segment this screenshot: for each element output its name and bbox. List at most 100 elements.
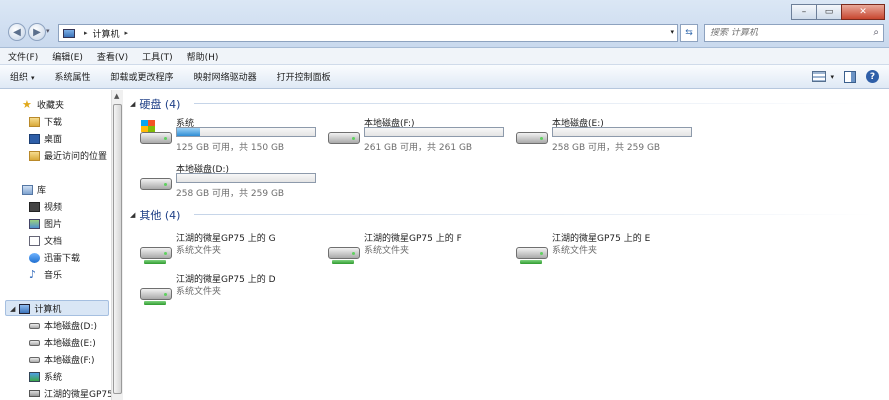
sidebar-item-thunder-downloads[interactable]: 迅雷下载: [29, 251, 80, 264]
open-control-panel-button[interactable]: 打开控制面板: [277, 70, 331, 83]
network-drive-icon: [29, 390, 40, 397]
recent-icon: [29, 150, 40, 161]
sidebar-item-network-drive[interactable]: 江湖的微星GP75: [29, 387, 113, 400]
chevron-right-icon[interactable]: ▸: [84, 29, 88, 37]
picture-icon: [29, 218, 40, 229]
sidebar-item-system-drive[interactable]: 系统: [29, 370, 62, 383]
content-pane: ◢ 硬盘 (4) 系统 125 GB 可用，共 150 GB 本地磁盘(F:) …: [124, 90, 889, 400]
drive-tile-d[interactable]: 本地磁盘(D:) 258 GB 可用，共 259 GB: [136, 162, 316, 200]
command-bar: 组织 ▾ 系统属性 卸载或更改程序 映射网络驱动器 打开控制面板 ▾ ?: [0, 64, 889, 89]
sidebar-item-libraries[interactable]: 库: [22, 183, 46, 196]
computer-icon: [19, 303, 31, 314]
address-dropdown-icon[interactable]: ▾: [670, 28, 674, 36]
address-bar[interactable]: ▸ 计算机 ▸ ▾: [58, 24, 678, 42]
usage-bar: [176, 127, 316, 137]
network-location-tile-f[interactable]: 江湖的微星GP75 上的 F 系统文件夹: [324, 231, 504, 269]
uninstall-program-button[interactable]: 卸载或更改程序: [111, 70, 174, 83]
document-icon: [29, 235, 40, 246]
search-box[interactable]: ⌕: [704, 24, 884, 42]
back-arrow-icon[interactable]: ◀: [8, 23, 26, 41]
window-controls: – ▭ ✕: [791, 4, 885, 20]
search-icon[interactable]: ⌕: [873, 27, 879, 38]
sidebar-scrollbar[interactable]: ▲: [111, 90, 123, 400]
network-drive-icon: [138, 278, 172, 305]
group-header-drives[interactable]: ◢ 硬盘 (4): [130, 96, 180, 112]
expand-icon[interactable]: ◢: [10, 305, 15, 313]
library-icon: [22, 184, 33, 195]
sidebar-item-music[interactable]: ♪ 音乐: [29, 267, 62, 282]
scrollbar-thumb[interactable]: [113, 104, 122, 394]
minimize-icon[interactable]: –: [791, 4, 817, 20]
chevron-down-icon[interactable]: ▾: [830, 73, 834, 81]
sidebar-item-drive-d[interactable]: 本地磁盘(D:): [29, 319, 97, 332]
drive-tile-system[interactable]: 系统 125 GB 可用，共 150 GB: [136, 116, 316, 154]
drive-icon: [138, 168, 172, 190]
system-properties-button[interactable]: 系统属性: [55, 70, 91, 83]
view-controls: ▾ ?: [812, 70, 879, 83]
drive-icon: [514, 122, 548, 144]
system-drive-icon: [138, 120, 172, 144]
desktop-icon: [29, 133, 40, 144]
collapse-icon: ◢: [130, 100, 136, 108]
menu-file[interactable]: 文件(F): [8, 50, 38, 63]
menu-tools[interactable]: 工具(T): [142, 50, 173, 63]
drive-icon: [29, 322, 40, 329]
maximize-icon[interactable]: ▭: [816, 4, 842, 20]
folder-icon: [29, 116, 40, 127]
sidebar-item-drive-f[interactable]: 本地磁盘(F:): [29, 353, 95, 366]
menu-help[interactable]: 帮助(H): [187, 50, 219, 63]
drive-icon: [326, 122, 360, 144]
search-input[interactable]: [710, 28, 860, 38]
chevron-right-icon[interactable]: ▸: [125, 29, 129, 37]
map-network-drive-button[interactable]: 映射网络驱动器: [194, 70, 257, 83]
sidebar-item-videos[interactable]: 视频: [29, 200, 62, 213]
drive-icon: [29, 339, 40, 346]
preview-pane-icon[interactable]: [844, 70, 856, 83]
collapse-icon: ◢: [130, 211, 136, 219]
network-drive-icon: [326, 237, 360, 264]
sidebar-item-desktop[interactable]: 桌面: [29, 132, 62, 145]
sidebar-item-favorites[interactable]: ★ 收藏夹: [22, 97, 64, 112]
system-drive-icon: [29, 371, 40, 382]
change-view-icon[interactable]: [812, 71, 827, 82]
scroll-up-icon[interactable]: ▲: [114, 92, 119, 100]
usage-bar: [364, 127, 504, 137]
menu-edit[interactable]: 编辑(E): [52, 50, 83, 63]
menu-bar: 文件(F) 编辑(E) 查看(V) 工具(T) 帮助(H): [0, 48, 889, 64]
thunder-icon: [29, 252, 40, 263]
organize-button[interactable]: 组织 ▾: [10, 70, 35, 83]
navigation-pane: ★ 收藏夹 下载 桌面 最近访问的位置 库 视频 图片 文档 迅雷下载 ♪ 音乐…: [0, 90, 113, 400]
usage-bar: [176, 173, 316, 183]
title-bar: – ▭ ✕ ◀ ▶ ▾ ▸ 计算机 ▸ ▾ ⇆ ⌕: [0, 0, 889, 48]
refresh-icon[interactable]: ⇆: [680, 24, 698, 42]
sidebar-item-recent[interactable]: 最近访问的位置: [29, 149, 107, 162]
network-location-tile-g[interactable]: 江湖的微星GP75 上的 G 系统文件夹: [136, 231, 316, 269]
network-drive-icon: [514, 237, 548, 264]
forward-arrow-icon[interactable]: ▶: [28, 23, 46, 41]
close-icon[interactable]: ✕: [841, 4, 885, 20]
chevron-down-icon: ▾: [31, 74, 35, 82]
sidebar-item-drive-e[interactable]: 本地磁盘(E:): [29, 336, 96, 349]
network-location-tile-d[interactable]: 江湖的微星GP75 上的 D 系统文件夹: [136, 272, 316, 310]
music-icon: ♪: [29, 267, 37, 281]
sidebar-item-downloads[interactable]: 下载: [29, 115, 62, 128]
star-icon: ★: [22, 97, 32, 111]
recent-pages-dropdown-icon[interactable]: ▾: [46, 27, 50, 35]
computer-icon: [63, 28, 75, 38]
usage-bar: [552, 127, 692, 137]
group-header-others[interactable]: ◢ 其他 (4): [130, 207, 180, 223]
address-path[interactable]: 计算机: [93, 27, 120, 40]
menu-view[interactable]: 查看(V): [97, 50, 128, 63]
sidebar-item-pictures[interactable]: 图片: [29, 217, 62, 230]
sidebar-item-documents[interactable]: 文档: [29, 234, 62, 247]
drive-tile-f[interactable]: 本地磁盘(F:) 261 GB 可用，共 261 GB: [324, 116, 504, 154]
help-icon[interactable]: ?: [866, 70, 879, 83]
network-drive-icon: [138, 237, 172, 264]
sidebar-item-computer[interactable]: ◢ 计算机: [10, 302, 61, 315]
group-divider: [194, 103, 874, 104]
drive-icon: [29, 356, 40, 363]
network-location-tile-e[interactable]: 江湖的微星GP75 上的 E 系统文件夹: [512, 231, 692, 269]
drive-tile-e[interactable]: 本地磁盘(E:) 258 GB 可用，共 259 GB: [512, 116, 692, 154]
group-divider: [194, 214, 874, 215]
video-icon: [29, 201, 40, 212]
